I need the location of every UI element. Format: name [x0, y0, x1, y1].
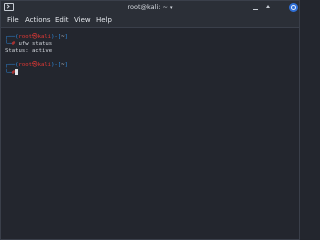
prompt-bracket-mid: )-[ — [51, 62, 62, 68]
prompt-corner: └─ — [5, 41, 12, 47]
prompt-bracket-open: ┌──( — [5, 34, 19, 40]
prompt-host: kali — [37, 62, 52, 68]
prompt-bracket-mid: )-[ — [51, 34, 62, 40]
window-title-text: root@kali: ~ — [127, 3, 168, 11]
maximize-icon[interactable] — [264, 4, 271, 11]
prompt-user: root — [18, 34, 32, 40]
prompt-bracket-close: ] — [64, 34, 68, 40]
text-cursor — [15, 69, 19, 75]
chevron-down-icon[interactable]: ▾ — [170, 5, 173, 11]
menu-edit[interactable]: Edit — [55, 16, 69, 25]
prompt-header-line: ┌──(root㉿kali)-[~] — [5, 34, 68, 41]
command-output: Status: active — [5, 48, 53, 54]
terminal-output[interactable]: ┌──(root㉿kali)-[~] └─# ufw status Status… — [1, 28, 299, 239]
menu-actions[interactable]: Actions — [25, 16, 51, 25]
prompt-corner: └─ — [5, 70, 12, 76]
prompt-host: kali — [37, 34, 52, 40]
terminal-window: root@kali: ~ ▾ File Actions Edit View Hel… — [0, 0, 300, 240]
prompt-user: root — [18, 62, 32, 68]
menu-bar: File Actions Edit View Help — [1, 14, 299, 28]
prompt-command-line: └─# — [5, 69, 19, 77]
title-bar[interactable]: root@kali: ~ ▾ — [1, 1, 299, 14]
close-icon[interactable] — [289, 3, 298, 12]
prompt-command-line: └─# ufw status — [5, 41, 52, 48]
prompt-bracket-close: ] — [64, 62, 68, 68]
prompt-header-line: ┌──(root㉿kali)-[~] — [5, 62, 68, 69]
menu-file[interactable]: File — [7, 16, 19, 25]
menu-view[interactable]: View — [74, 16, 91, 25]
prompt-bracket-open: ┌──( — [5, 62, 19, 68]
command-text: ufw status — [15, 41, 53, 47]
menu-help[interactable]: Help — [96, 16, 112, 25]
minimize-icon[interactable] — [252, 4, 259, 11]
